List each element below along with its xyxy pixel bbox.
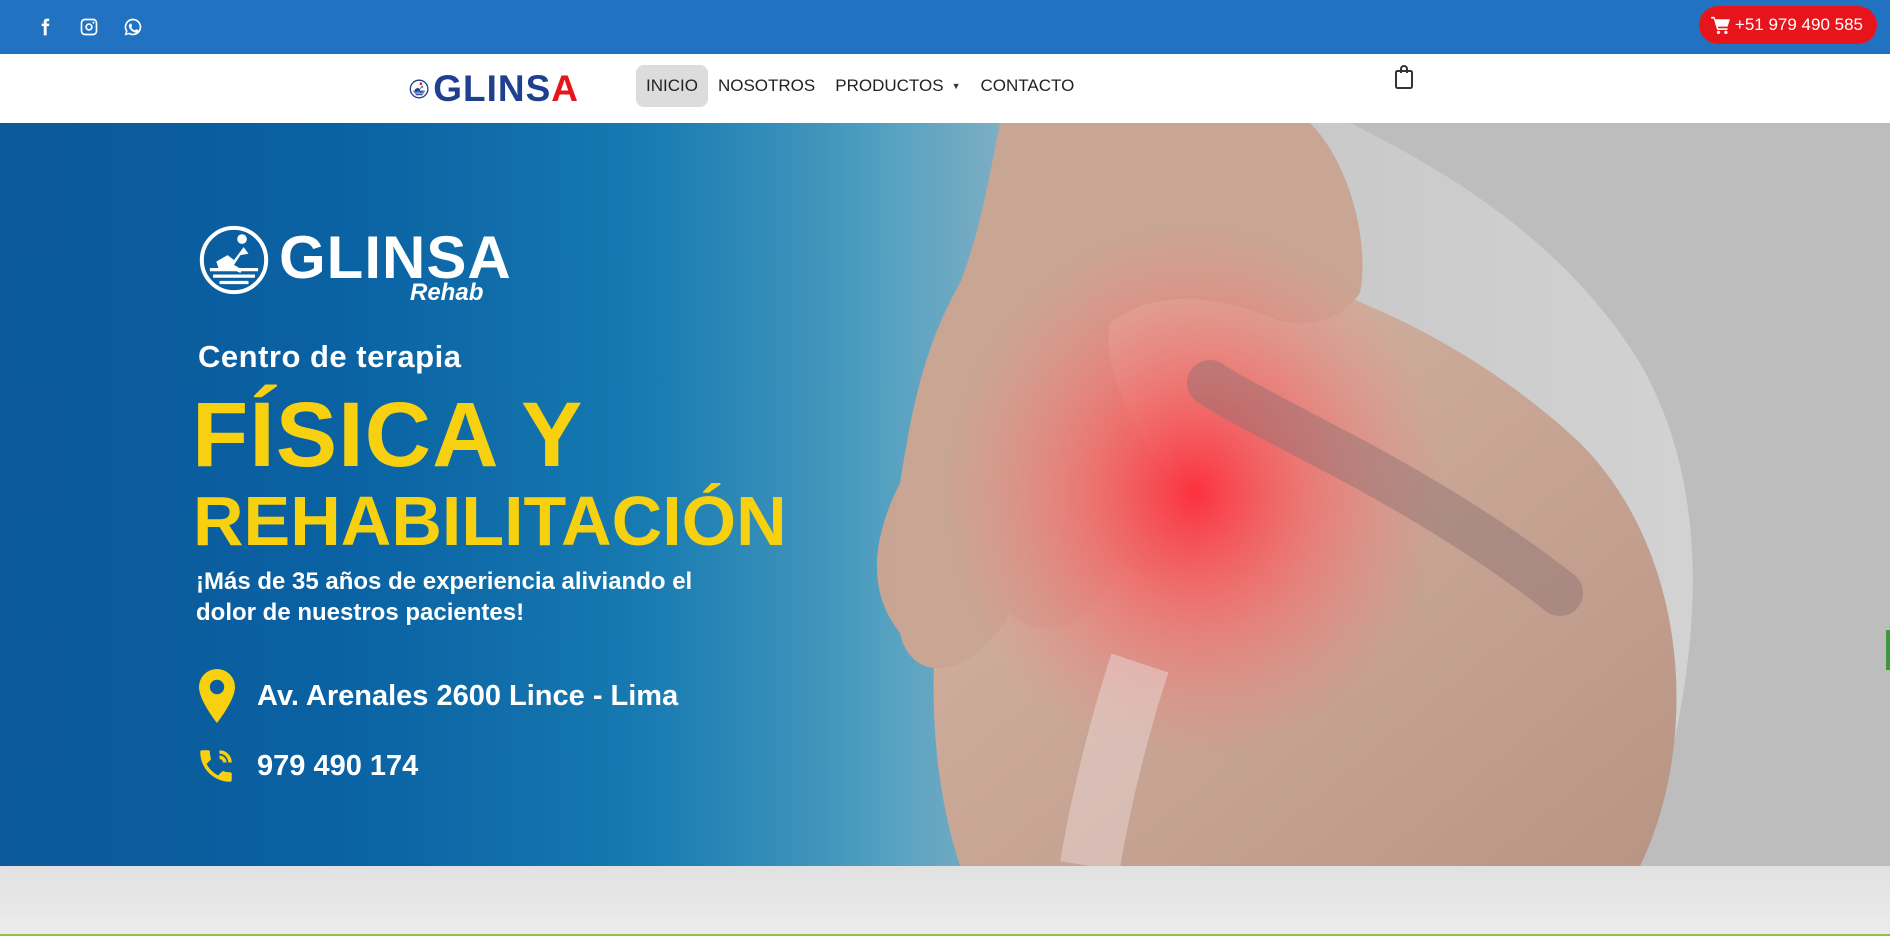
address-row: Av. Arenales 2600 Lince - Lima (195, 669, 678, 723)
header: GLINSA INICIO NOSOTROS PRODUCTOS ▼ CONTA… (0, 54, 1890, 123)
phone-icon (200, 750, 232, 782)
hero-logo-subtext: Rehab (410, 279, 484, 306)
hero-logo: GLINSA Rehab (197, 223, 511, 307)
caret-down-icon: ▼ (951, 81, 961, 91)
phone-button[interactable]: +51 979 490 585 (1698, 6, 1877, 44)
phone-button-label: +51 979 490 585 (1734, 15, 1863, 34)
top-bar: +51 979 490 585 (0, 0, 1890, 54)
facebook-icon[interactable] (31, 13, 59, 41)
phone-text: 979 490 174 (257, 749, 419, 782)
nav-item-nosotros[interactable]: NOSOTROS (708, 65, 825, 107)
instagram-icon[interactable] (75, 13, 103, 41)
nav-item-productos-label: PRODUCTOS (835, 76, 944, 95)
section-divider (0, 866, 1890, 936)
side-tab[interactable] (1886, 630, 1890, 670)
shopping-bag-icon[interactable] (1394, 64, 1414, 90)
hero-banner: GLINSA Rehab Centro de terapia FÍSICA Y … (0, 123, 1890, 866)
cart-icon (1711, 16, 1730, 34)
site-logo[interactable]: GLINSA (409, 65, 579, 113)
phone-row: 979 490 174 (195, 745, 418, 787)
nav-item-productos[interactable]: PRODUCTOS ▼ (825, 65, 970, 107)
runner-logo-icon (409, 79, 429, 99)
nav-item-contacto[interactable]: CONTACTO (970, 65, 1084, 107)
hero-title-line2: REHABILITACIÓN (193, 482, 787, 560)
main-nav: INICIO NOSOTROS PRODUCTOS ▼ CONTACTO (636, 65, 1084, 107)
hero-subtitle: Centro de terapia (198, 339, 462, 374)
nav-item-inicio[interactable]: INICIO (636, 65, 708, 107)
hero-description: ¡Más de 35 años de experiencia aliviando… (196, 568, 693, 626)
whatsapp-icon[interactable] (119, 13, 147, 41)
address-text: Av. Arenales 2600 Lince - Lima (257, 679, 679, 712)
logo-text: GLINSA (433, 68, 579, 109)
runner-logo-icon (199, 225, 269, 295)
location-pin-icon (199, 669, 235, 723)
hero-title-line1: FÍSICA Y (192, 384, 584, 486)
